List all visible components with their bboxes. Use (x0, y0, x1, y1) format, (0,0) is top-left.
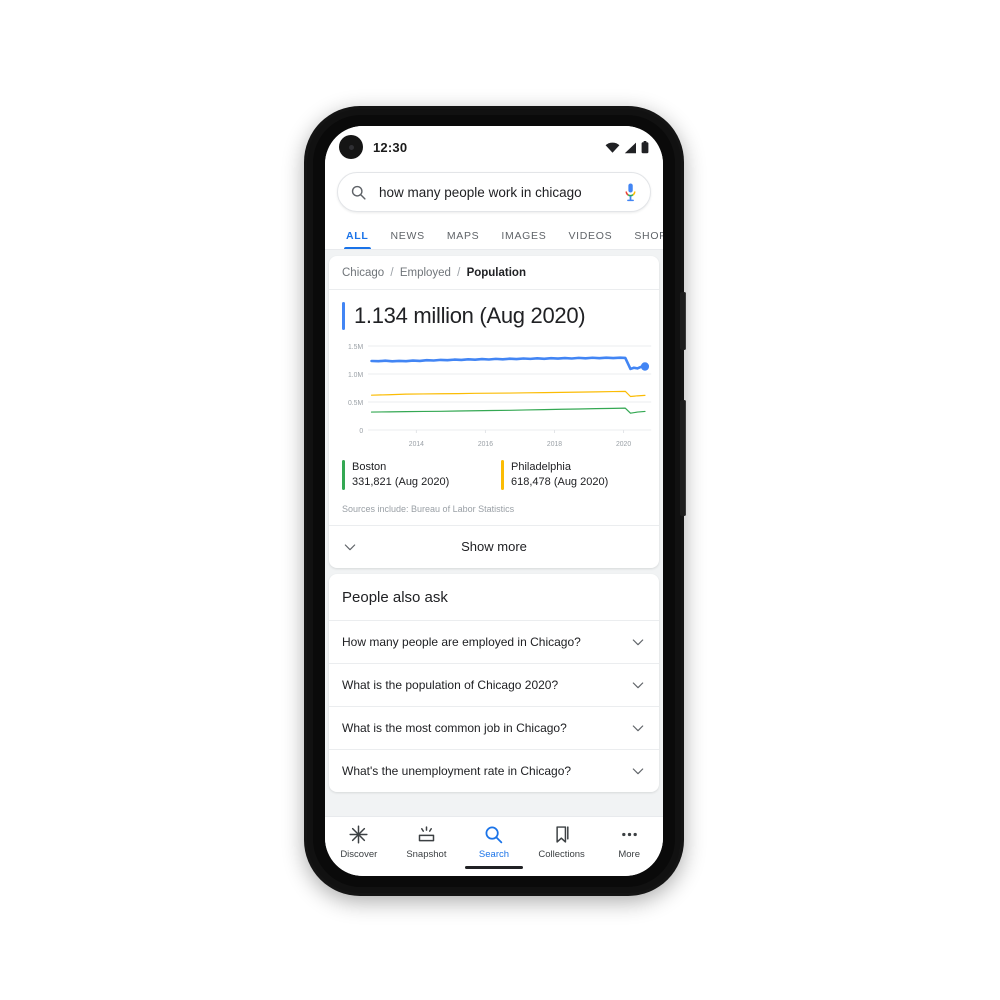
paa-question-3-text: What is the most common job in Chicago? (342, 720, 567, 735)
legend-swatch-boston (342, 460, 345, 490)
phone-screen: 12:30 how many people work in chicago AL… (325, 126, 663, 876)
paa-question-2-text: What is the population of Chicago 2020? (342, 677, 559, 692)
nav-label-collections: Collections (538, 849, 585, 860)
paa-question-1[interactable]: How many people are employed in Chicago? (329, 619, 659, 663)
battery-icon (641, 140, 649, 153)
power-button[interactable] (680, 292, 686, 350)
tab-images[interactable]: IMAGES (490, 230, 557, 249)
status-icons (605, 140, 649, 154)
x-axis-tick-label: 2018 (547, 441, 562, 448)
results-scroll-area[interactable]: Chicago / Employed / Population 1.134 mi… (325, 250, 663, 816)
screenshot-canvas: 12:30 how many people work in chicago AL… (0, 0, 1000, 1000)
nav-label-more: More (618, 849, 640, 860)
more-dots-icon (621, 832, 637, 837)
show-more-label: Show more (461, 539, 527, 555)
status-bar: 12:30 (325, 126, 663, 168)
volume-button[interactable] (680, 400, 686, 516)
breadcrumb-metric[interactable]: Employed (400, 267, 451, 279)
search-bar[interactable]: how many people work in chicago (337, 172, 651, 212)
x-axis-tick-label: 2014 (409, 441, 424, 448)
chevron-down-icon[interactable] (630, 634, 646, 650)
nav-label-search: Search (478, 849, 510, 860)
status-clock: 12:30 (373, 139, 408, 155)
breadcrumb-separator-1: / (390, 267, 394, 279)
nav-label-discover: Discover (340, 849, 378, 860)
legend-value-boston: 331,821 (Aug 2020) (352, 475, 450, 488)
nav-label-snapshot: Snapshot (406, 849, 447, 860)
y-axis-tick-label: 0 (359, 428, 363, 435)
y-axis-tick-label: 1.0M (348, 372, 363, 379)
discover-star-icon (349, 825, 368, 844)
tab-all[interactable]: ALL (335, 230, 380, 249)
chevron-down-icon[interactable] (630, 720, 646, 736)
chart-svg: 1.5M 1.0M 0.5M 0 2014 2016 2018 2020 (348, 344, 659, 448)
nav-item-more[interactable]: More (595, 824, 663, 860)
microphone-icon[interactable] (623, 182, 638, 202)
chart-legend: Boston 331,821 (Aug 2020) Philadelphia 6… (329, 452, 659, 494)
nav-item-search[interactable]: Search (460, 824, 528, 860)
breadcrumb-separator-2: / (457, 267, 461, 279)
timeseries-chart[interactable]: 1.5M 1.0M 0.5M 0 2014 2016 2018 2020 (329, 340, 659, 452)
search-icon (486, 826, 503, 844)
paa-question-3[interactable]: What is the most common job in Chicago? (329, 705, 659, 749)
people-also-ask-title: People also ask (342, 588, 448, 606)
legend-swatch-philadelphia (501, 460, 504, 490)
tab-videos[interactable]: VIDEOS (557, 230, 623, 249)
breadcrumb-current: Population (466, 267, 526, 279)
bottom-navigation[interactable]: Discover Snapshot Search Collections Mor… (325, 816, 663, 876)
x-axis-tick-label: 2020 (616, 441, 631, 448)
result-tabs[interactable]: ALL NEWS MAPS IMAGES VIDEOS SHOPPING (325, 222, 663, 250)
headline-value-row: 1.134 million (Aug 2020) (329, 290, 659, 338)
legend-label-philadelphia: Philadelphia (511, 461, 571, 473)
bookmark-icon (556, 826, 569, 843)
snapshot-icon (418, 826, 435, 842)
paa-question-4[interactable]: What's the unemployment rate in Chicago? (329, 748, 659, 792)
legend-value-philadelphia: 618,478 (Aug 2020) (511, 475, 609, 488)
tab-shopping[interactable]: SHOPPING (623, 230, 663, 249)
search-bar-container: how many people work in chicago (325, 168, 663, 222)
series-color-indicator (342, 302, 345, 330)
people-also-ask-card: People also ask How many people are empl… (329, 573, 659, 792)
nav-item-discover[interactable]: Discover (325, 824, 393, 860)
paa-question-1-text: How many people are employed in Chicago? (342, 634, 581, 649)
paa-question-2[interactable]: What is the population of Chicago 2020? (329, 662, 659, 706)
nav-item-snapshot[interactable]: Snapshot (393, 824, 461, 860)
y-axis-tick-label: 1.5M (348, 344, 363, 351)
chart-endpoint-marker (640, 362, 650, 371)
chart-sources: Sources include: Bureau of Labor Statist… (342, 503, 515, 514)
paa-question-4-text: What's the unemployment rate in Chicago? (342, 763, 572, 778)
legend-item-philadelphia[interactable]: Philadelphia 618,478 (Aug 2020) (501, 460, 646, 490)
nav-item-collections[interactable]: Collections (528, 824, 596, 860)
legend-item-boston[interactable]: Boston 331,821 (Aug 2020) (342, 460, 487, 490)
signal-icon (624, 142, 636, 153)
front-camera-punchhole (339, 135, 363, 159)
x-axis-tick-label: 2016 (478, 441, 493, 448)
chevron-down-icon[interactable] (630, 677, 646, 693)
legend-label-boston: Boston (352, 461, 387, 473)
chevron-down-icon[interactable] (630, 763, 646, 779)
wifi-icon (605, 142, 620, 153)
show-more-button[interactable]: Show more (329, 524, 659, 568)
chart-line-philadelphia (372, 391, 645, 396)
chart-line-chicago (372, 358, 645, 369)
y-axis-tick-label: 0.5M (348, 400, 363, 407)
search-icon (351, 185, 366, 200)
tab-maps[interactable]: MAPS (436, 230, 491, 249)
knowledge-panel-card: Chicago / Employed / Population 1.134 mi… (329, 256, 659, 568)
search-input[interactable]: how many people work in chicago (379, 185, 623, 200)
breadcrumb[interactable]: Chicago / Employed / Population (329, 256, 659, 290)
chart-line-boston (372, 408, 645, 413)
headline-value: 1.134 million (Aug 2020) (354, 303, 586, 328)
breadcrumb-place[interactable]: Chicago (342, 267, 384, 279)
tab-news[interactable]: NEWS (380, 230, 436, 249)
